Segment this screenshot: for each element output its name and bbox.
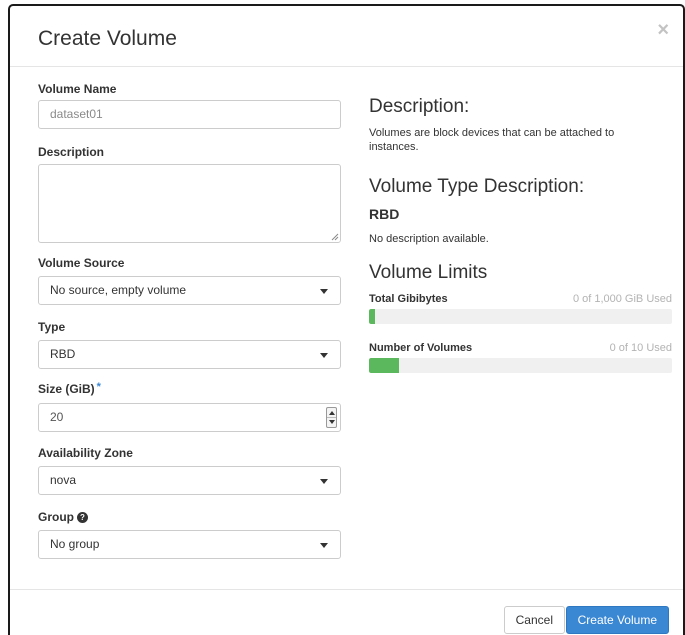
description-text-line1: Volumes are block devices that can be at…	[369, 127, 615, 139]
size-label-text: Size (GiB)	[38, 382, 95, 396]
limit-label: Total Gibibytes	[369, 293, 448, 305]
group-select[interactable]: No group	[38, 530, 341, 559]
limit-total-gibibytes: Total Gibibytes 0 of 1,000 GiB Used	[369, 293, 672, 307]
type-label: Type	[38, 320, 66, 334]
volume-source-value: No source, empty volume	[50, 283, 187, 297]
description-text-line2: instances.	[369, 141, 419, 153]
size-input[interactable]: 20	[38, 403, 341, 432]
volume-name-label: Volume Name	[38, 82, 117, 96]
chevron-down-icon	[320, 543, 328, 548]
availability-zone-select[interactable]: nova	[38, 466, 341, 495]
progress-fill	[369, 309, 376, 324]
volume-type-description: No description available.	[369, 233, 489, 245]
progress-fill	[369, 358, 400, 373]
limit-number-of-volumes: Number of Volumes 0 of 10 Used	[369, 342, 672, 356]
chevron-down-icon	[320, 289, 328, 294]
description-heading: Description:	[369, 96, 470, 117]
help-icon[interactable]: ?	[77, 512, 88, 523]
resize-grip-icon[interactable]	[331, 233, 339, 241]
dialog-header: Create Volume ×	[10, 6, 683, 67]
limit-label: Number of Volumes	[369, 342, 473, 354]
spinner-down-icon[interactable]	[329, 420, 335, 424]
chevron-down-icon	[320, 353, 328, 358]
create-volume-button[interactable]: Create Volume	[565, 606, 669, 634]
description-label: Description	[38, 145, 105, 159]
volume-type-name: RBD	[369, 206, 400, 222]
limit-used-text: 0 of 10 Used	[609, 342, 672, 354]
type-value: RBD	[50, 347, 76, 361]
volume-source-select[interactable]: No source, empty volume	[38, 276, 341, 305]
type-select[interactable]: RBD	[38, 340, 341, 369]
availability-zone-value: nova	[50, 473, 77, 487]
dialog-title: Create Volume	[38, 27, 177, 50]
volume-type-heading: Volume Type Description:	[369, 176, 585, 197]
description-textarea[interactable]	[38, 164, 341, 243]
progress-bar-volumes	[369, 358, 672, 373]
group-label: Group?	[38, 510, 88, 524]
dialog-footer: Cancel Create Volume	[10, 589, 683, 635]
group-value: No group	[50, 537, 100, 551]
progress-bar-gibibytes	[369, 309, 672, 324]
availability-zone-label: Availability Zone	[38, 446, 133, 460]
close-icon[interactable]: ×	[657, 20, 669, 40]
create-volume-dialog: Create Volume × Volume Name dataset01 De…	[8, 4, 685, 635]
spinner-up-icon[interactable]	[329, 411, 335, 415]
spinner-icon[interactable]	[326, 407, 337, 428]
cancel-button[interactable]: Cancel	[503, 606, 565, 634]
volume-source-label: Volume Source	[38, 256, 125, 270]
volume-limits-heading: Volume Limits	[369, 262, 488, 283]
required-indicator: *	[96, 381, 101, 393]
chevron-down-icon	[320, 479, 328, 484]
volume-name-input[interactable]: dataset01	[38, 100, 341, 129]
size-label: Size (GiB) *	[38, 381, 101, 396]
group-label-text: Group	[38, 510, 74, 524]
size-value: 20	[50, 410, 64, 424]
limit-used-text: 0 of 1,000 GiB Used	[572, 293, 672, 305]
